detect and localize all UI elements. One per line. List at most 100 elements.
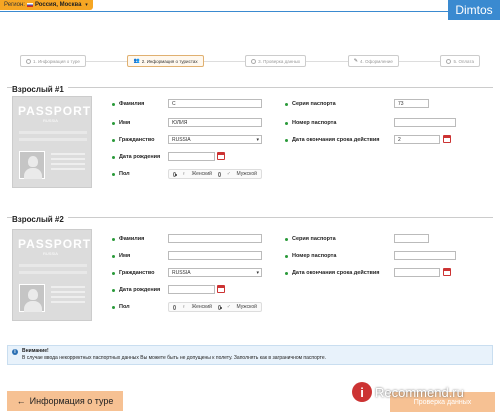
notice-text: В случае ввода некорректных паспортных д… bbox=[22, 355, 326, 361]
russia-flag-icon bbox=[26, 3, 33, 7]
step-label: 2. Информация о туристах bbox=[141, 58, 198, 64]
citizenship-label: Гражданство bbox=[119, 137, 155, 143]
step-label: 3. Проверка данных bbox=[258, 58, 301, 64]
step-label: 1. Информация о туре bbox=[33, 58, 80, 64]
number-label: Номер паспорта bbox=[292, 253, 337, 259]
passport-expiry-input[interactable]: 2 bbox=[394, 135, 440, 144]
passport-lines bbox=[51, 153, 85, 173]
lastname-input[interactable] bbox=[168, 234, 262, 243]
series-label: Серия паспорта bbox=[292, 236, 336, 242]
arrow-left-icon: ← bbox=[16, 396, 26, 406]
region-label: Регион: bbox=[4, 2, 25, 8]
required-dot bbox=[285, 138, 288, 142]
field-row-birthdate: Дата рождения bbox=[112, 285, 160, 295]
calendar-icon[interactable] bbox=[217, 285, 225, 293]
calendar-icon[interactable] bbox=[443, 135, 451, 143]
male-icon: ♂ bbox=[226, 304, 231, 310]
step-checkout[interactable]: ✎ 4. Оформление bbox=[347, 55, 399, 67]
female-icon: ♀ bbox=[181, 171, 186, 177]
region-value: Россия, Москва bbox=[34, 2, 82, 8]
gender-female-radio[interactable] bbox=[173, 304, 176, 310]
back-button[interactable]: ← Информация о туре bbox=[7, 391, 123, 411]
required-dot bbox=[112, 102, 115, 106]
passport-number-input[interactable] bbox=[394, 251, 456, 260]
field-row-lastname: Фамилия bbox=[112, 99, 144, 109]
required-dot bbox=[112, 237, 115, 241]
birthdate-input[interactable] bbox=[168, 152, 215, 161]
required-dot bbox=[112, 138, 115, 142]
site-watermark: i Recommend.ru bbox=[352, 382, 464, 402]
chevron-down-icon: ▾ bbox=[256, 269, 259, 276]
expiry-label: Дата окончания срока действия bbox=[292, 270, 380, 276]
citizenship-value: RUSSIA bbox=[172, 269, 191, 276]
field-row-birthdate: Дата рождения bbox=[112, 152, 160, 162]
male-label: Мужской bbox=[236, 304, 257, 310]
birthdate-label: Дата рождения bbox=[119, 154, 161, 160]
lastname-label: Фамилия bbox=[119, 101, 145, 107]
passport-lines bbox=[51, 286, 85, 306]
step-label: 4. Оформление bbox=[359, 58, 393, 64]
birthdate-input[interactable] bbox=[168, 285, 215, 294]
wallet-icon bbox=[446, 58, 452, 64]
field-row-series: Серия паспорта bbox=[285, 99, 336, 109]
region-selector[interactable]: Регион: Россия, Москва ▾ bbox=[0, 0, 94, 10]
gender-label: Пол bbox=[119, 304, 130, 310]
passport-number-input[interactable] bbox=[394, 118, 456, 127]
avatar-placeholder-icon bbox=[19, 284, 45, 312]
field-row-citizenship: Гражданство bbox=[112, 268, 155, 278]
required-dot bbox=[285, 121, 288, 125]
calendar-icon[interactable] bbox=[443, 268, 451, 276]
warning-notice: i Внимание! В случае ввода некорректных … bbox=[7, 345, 493, 365]
citizenship-select[interactable]: RUSSIA ▾ bbox=[168, 268, 262, 277]
calendar-icon[interactable] bbox=[217, 152, 225, 160]
series-label: Серия паспорта bbox=[292, 101, 336, 107]
birthdate-label: Дата рождения bbox=[119, 287, 161, 293]
field-row-number: Номер паспорта bbox=[285, 118, 336, 128]
firstname-input[interactable] bbox=[168, 251, 262, 260]
passport-series-input[interactable] bbox=[394, 234, 429, 243]
passport-expiry-input[interactable] bbox=[394, 268, 440, 277]
passport-series-input[interactable]: 73 bbox=[394, 99, 429, 108]
step-verify[interactable]: 3. Проверка данных bbox=[245, 55, 307, 67]
required-dot bbox=[112, 305, 115, 309]
lastname-input[interactable]: С bbox=[168, 99, 262, 108]
expiry-label: Дата окончания срока действия bbox=[292, 137, 380, 143]
required-dot bbox=[112, 172, 115, 176]
users-icon: 👥 bbox=[133, 58, 140, 64]
male-label: Мужской bbox=[236, 171, 257, 177]
passport-title: PASSPORT bbox=[18, 104, 92, 118]
citizenship-label: Гражданство bbox=[119, 270, 155, 276]
field-row-firstname: Имя bbox=[112, 251, 130, 261]
citizenship-select[interactable]: RUSSIA ▾ bbox=[168, 135, 262, 144]
info-icon bbox=[26, 58, 31, 64]
passport-subtitle: RUSSIA bbox=[43, 251, 58, 256]
gender-female-radio[interactable] bbox=[173, 171, 177, 177]
firstname-input[interactable]: ЮЛИЯ bbox=[168, 118, 262, 127]
header-divider bbox=[0, 11, 500, 12]
passport-illustration: PASSPORT RUSSIA bbox=[12, 229, 92, 321]
field-row-series: Серия паспорта bbox=[285, 234, 336, 244]
step-tourist-info[interactable]: 👥 2. Информация о туристах bbox=[127, 55, 204, 67]
gender-male-radio[interactable] bbox=[217, 171, 221, 177]
required-dot bbox=[285, 271, 288, 275]
male-icon: ♂ bbox=[226, 171, 231, 177]
gender-male-radio[interactable] bbox=[217, 304, 222, 310]
passport-title: PASSPORT bbox=[18, 237, 92, 251]
field-row-firstname: Имя bbox=[112, 118, 130, 128]
citizenship-value: RUSSIA bbox=[172, 136, 191, 143]
field-row-expiry: Дата окончания срока действия bbox=[285, 268, 379, 278]
female-label: Женский bbox=[191, 171, 212, 177]
required-dot bbox=[112, 254, 115, 258]
female-icon: ♀ bbox=[181, 304, 186, 310]
firstname-label: Имя bbox=[119, 120, 131, 126]
required-dot bbox=[285, 254, 288, 258]
recommend-logo-icon: i bbox=[352, 382, 372, 402]
notice-title: Внимание! bbox=[22, 348, 49, 354]
back-button-label: Информация о туре bbox=[29, 396, 114, 406]
passport-bars bbox=[19, 264, 87, 278]
step-tour-info[interactable]: 1. Информация о туре bbox=[20, 55, 86, 67]
chevron-down-icon: ▾ bbox=[85, 2, 88, 8]
number-label: Номер паспорта bbox=[292, 120, 337, 126]
step-payment[interactable]: 5. Оплата bbox=[440, 55, 480, 67]
step-label: 5. Оплата bbox=[453, 58, 474, 64]
